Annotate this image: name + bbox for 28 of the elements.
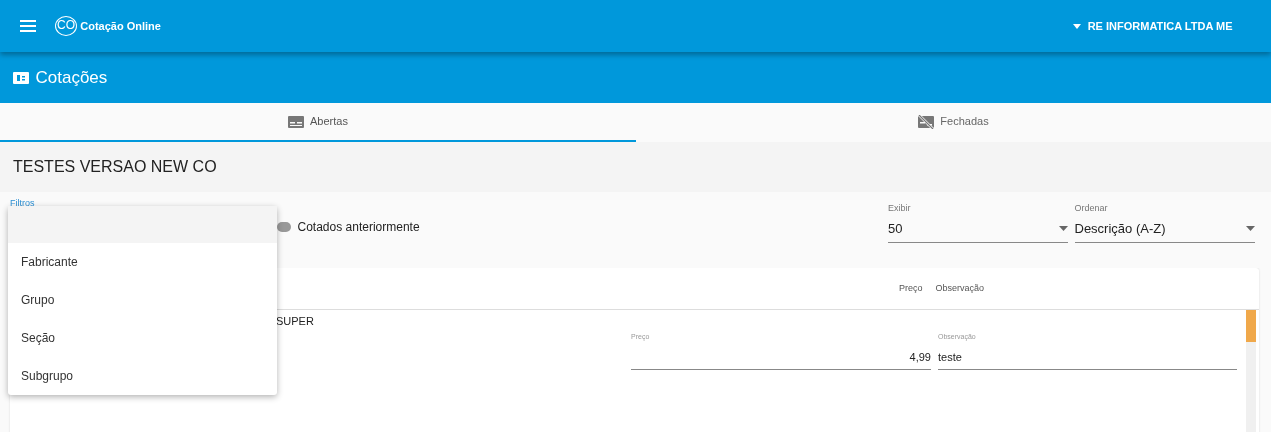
select-field[interactable]: 50: [888, 218, 1068, 243]
menu-item[interactable]: Grupo: [8, 281, 277, 319]
crossed-card-icon: [917, 114, 934, 129]
quote-title: TESTES VERSAO NEW CO: [13, 157, 217, 177]
card-icon: [287, 115, 304, 128]
tab[interactable]: Fechadas: [635, 103, 1271, 142]
toggle-switch[interactable]: [277, 222, 291, 232]
note-field[interactable]: teste: [938, 342, 1237, 370]
select-field[interactable]: Descrição (A-Z): [1074, 218, 1255, 243]
field-label: Filtros: [10, 198, 35, 208]
menu-icon[interactable]: [19, 20, 36, 32]
menu-item[interactable]: Seção: [8, 319, 277, 357]
field-label: Exibir: [888, 202, 912, 215]
product-name: SUPER: [276, 314, 314, 329]
column-header: Observação: [935, 281, 985, 295]
money-icon: [13, 71, 29, 84]
caret-icon: [1059, 226, 1068, 231]
menu-item[interactable]: Fabricante: [8, 243, 277, 281]
menu-item[interactable]: Subgrupo: [8, 357, 277, 395]
column-header: Preço: [899, 281, 923, 295]
scrollbar[interactable]: [1245, 310, 1256, 432]
field-label: Ordenar: [1074, 202, 1109, 215]
price-field[interactable]: 4,99: [631, 342, 931, 370]
caret-icon: [1073, 23, 1082, 29]
page-title: Cotações: [35, 66, 108, 89]
app-title: Cotação Online: [80, 18, 161, 34]
caret-icon: [1245, 226, 1255, 231]
toggle-label: Cotados anteriormente: [297, 219, 420, 236]
